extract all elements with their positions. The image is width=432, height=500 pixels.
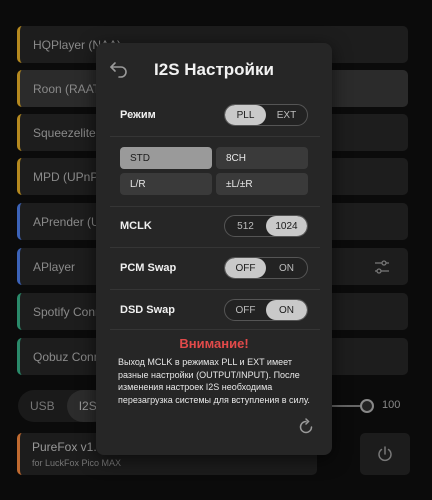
dialog-title: I2S Настройки	[154, 60, 274, 79]
mode-option-ext[interactable]: EXT	[266, 105, 307, 125]
pcm-swap-label: PCM Swap	[120, 262, 177, 274]
mclk-toggle[interactable]: 512 1024	[224, 215, 308, 237]
channel-button-pm-lr[interactable]: ±L/±R	[216, 173, 308, 195]
mode-toggle[interactable]: PLL EXT	[224, 104, 308, 126]
divider	[110, 289, 320, 290]
pcm-swap-option-off[interactable]: OFF	[225, 258, 266, 278]
mode-option-pll[interactable]: PLL	[225, 105, 266, 125]
warning-title: Внимание!	[179, 336, 249, 351]
mode-label: Режим	[120, 109, 156, 121]
pcm-swap-option-on[interactable]: ON	[266, 258, 307, 278]
divider	[110, 136, 320, 137]
channel-button-8ch[interactable]: 8CH	[216, 147, 308, 169]
volume-slider[interactable]: 100	[330, 397, 410, 417]
power-icon	[378, 446, 392, 462]
player-label: MPD (UPnP)	[33, 169, 103, 184]
mclk-option-1024[interactable]: 1024	[266, 216, 307, 236]
dsd-swap-toggle[interactable]: OFF ON	[224, 299, 308, 321]
divider	[110, 247, 320, 248]
player-label: Spotify Conn	[33, 304, 102, 319]
dsd-swap-option-off[interactable]: OFF	[225, 300, 266, 320]
tab-usb[interactable]: USB	[18, 390, 67, 422]
player-label: APlayer	[33, 259, 76, 274]
device-subtitle: for LuckFox Pico MAX	[32, 458, 122, 468]
dsd-swap-option-on[interactable]: ON	[266, 300, 307, 320]
channel-button-std[interactable]: STD	[120, 147, 212, 169]
divider	[110, 206, 320, 207]
mclk-option-512[interactable]: 512	[225, 216, 266, 236]
player-label: Roon (RAAT)	[33, 81, 105, 96]
player-label: APrender (U	[33, 214, 100, 229]
i2s-settings-dialog: I2S Настройки Режим PLL EXT STD 8CH L/R …	[96, 43, 332, 455]
player-label: Squeezelite	[33, 125, 96, 140]
volume-value: 100	[382, 399, 401, 411]
pcm-swap-toggle[interactable]: OFF ON	[224, 257, 308, 279]
volume-knob[interactable]	[360, 399, 374, 413]
mclk-label: MCLK	[120, 220, 152, 232]
channel-button-lr[interactable]: L/R	[120, 173, 212, 195]
warning-text: Выход MCLK в режимах PLL и EXT имеет раз…	[118, 357, 310, 405]
player-label: Qobuz Conn	[33, 349, 101, 364]
dsd-swap-label: DSD Swap	[120, 304, 176, 316]
power-button[interactable]	[360, 433, 410, 475]
refresh-icon[interactable]	[297, 418, 315, 436]
divider	[110, 329, 320, 330]
settings-sliders-icon[interactable]	[374, 259, 390, 275]
